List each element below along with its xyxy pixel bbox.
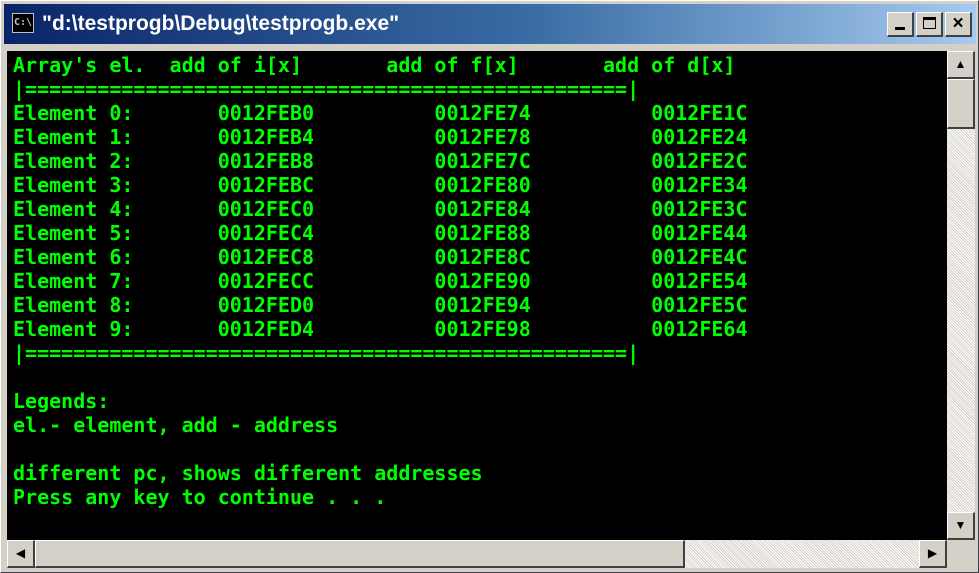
arrow-up-icon: ▲ <box>954 57 967 71</box>
arrow-left-icon: ◀ <box>15 546 26 560</box>
console-line: Element 7: 0012FECC 0012FE90 0012FE54 <box>13 269 748 293</box>
scroll-left-button[interactable]: ◀ <box>7 540 35 568</box>
console-app-icon[interactable]: C:\ <box>12 13 34 33</box>
console-line: |=======================================… <box>13 341 640 365</box>
close-button[interactable]: × <box>945 12 972 37</box>
arrow-right-icon: ▶ <box>927 546 938 560</box>
horizontal-scrollbar[interactable]: ◀ ▶ <box>7 540 947 568</box>
console-line: Element 8: 0012FED0 0012FE94 0012FE5C <box>13 293 748 317</box>
console-line: Element 1: 0012FEB4 0012FE78 0012FE24 <box>13 125 748 149</box>
vertical-scroll-thumb[interactable] <box>947 79 975 129</box>
console-line: Element 4: 0012FEC0 0012FE84 0012FE3C <box>13 197 748 221</box>
horizontal-scroll-thumb[interactable] <box>35 540 685 568</box>
scroll-right-button[interactable]: ▶ <box>919 540 947 568</box>
console-line: Element 5: 0012FEC4 0012FE88 0012FE44 <box>13 221 748 245</box>
window-title: "d:\testprogb\Debug\testprogb.exe" <box>42 12 400 35</box>
arrow-down-icon: ▼ <box>954 518 967 532</box>
close-icon: × <box>952 13 964 34</box>
scrollbar-corner <box>947 540 975 568</box>
console-line: Legends: <box>13 389 110 413</box>
maximize-button[interactable] <box>916 12 943 37</box>
console-line: Element 6: 0012FEC8 0012FE8C 0012FE4C <box>13 245 748 269</box>
caption-buttons: × <box>885 12 972 38</box>
console-line: Press any key to continue . . . <box>13 485 387 509</box>
vertical-scrollbar[interactable]: ▲ ▼ <box>947 51 975 540</box>
console-line: Element 0: 0012FEB0 0012FE74 0012FE1C <box>13 101 748 125</box>
console-window: C:\ "d:\testprogb\Debug\testprogb.exe" ×… <box>0 0 979 573</box>
console-output-area[interactable]: Array's el. add of i[x] add of f[x] add … <box>7 51 947 540</box>
console-line: Element 3: 0012FEBC 0012FE80 0012FE34 <box>13 173 748 197</box>
scroll-up-button[interactable]: ▲ <box>947 51 975 79</box>
minimize-button[interactable] <box>887 12 914 37</box>
title-bar[interactable]: C:\ "d:\testprogb\Debug\testprogb.exe" × <box>4 4 976 44</box>
console-line: Element 9: 0012FED4 0012FE98 0012FE64 <box>13 317 748 341</box>
console-text: Array's el. add of i[x] add of f[x] add … <box>13 53 748 509</box>
maximize-icon <box>923 17 936 29</box>
console-line: different pc, shows different addresses <box>13 461 483 485</box>
console-line: |=======================================… <box>13 77 640 101</box>
console-line: Array's el. add of i[x] add of f[x] add … <box>13 53 736 77</box>
scroll-down-button[interactable]: ▼ <box>947 512 975 540</box>
minimize-icon <box>895 27 905 30</box>
console-line: Element 2: 0012FEB8 0012FE7C 0012FE2C <box>13 149 748 173</box>
console-line: el.- element, add - address <box>13 413 339 437</box>
